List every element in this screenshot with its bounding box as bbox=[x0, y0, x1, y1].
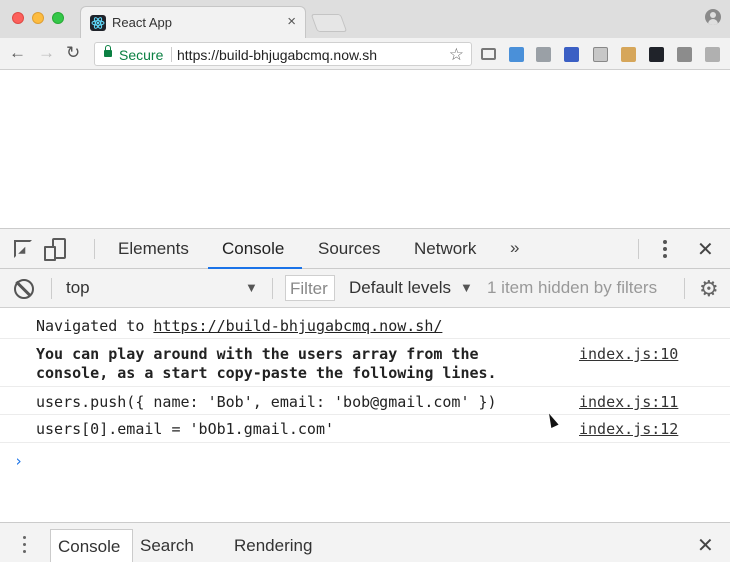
profile-icon[interactable] bbox=[705, 9, 721, 25]
context-selector[interactable]: top bbox=[66, 278, 90, 298]
zoom-window-button[interactable] bbox=[52, 12, 64, 24]
drawer-tab-console[interactable]: Console bbox=[50, 529, 133, 562]
hidden-items-count: 1 item hidden by filters bbox=[487, 278, 658, 297]
new-tab-button[interactable] bbox=[310, 14, 348, 32]
context-dropdown-arrow-icon[interactable]: ▼ bbox=[245, 280, 258, 295]
drawer-menu-icon[interactable] bbox=[23, 536, 27, 554]
toolbar-divider bbox=[94, 239, 95, 259]
reload-icon[interactable]: ↻ bbox=[66, 43, 80, 63]
extension-icon-5[interactable] bbox=[621, 47, 636, 62]
tab-sources[interactable]: Sources bbox=[318, 239, 380, 259]
more-tabs-chevron-icon[interactable]: » bbox=[510, 238, 519, 258]
filter-divider bbox=[272, 278, 273, 299]
more-options-icon[interactable] bbox=[663, 240, 667, 258]
console-output[interactable]: Navigated to https://build-bhjugabcmq.no… bbox=[0, 309, 730, 522]
toolbar-divider bbox=[638, 239, 639, 259]
tab-network[interactable]: Network bbox=[414, 239, 476, 259]
devtools-drawer: Console Search Rendering ✕ bbox=[0, 522, 730, 562]
navigated-prefix: Navigated to https://build-bhjugabcmq.no… bbox=[36, 317, 442, 335]
levels-dropdown-arrow-icon[interactable]: ▼ bbox=[460, 280, 473, 295]
filter-divider bbox=[51, 278, 52, 299]
inspect-element-icon[interactable] bbox=[14, 240, 32, 258]
source-link[interactable]: index.js:12 bbox=[579, 420, 678, 438]
devtools-tab-strip: Elements Console Sources Network » ✕ bbox=[0, 228, 730, 269]
title-bar: React App × bbox=[0, 0, 730, 38]
secure-label: Secure bbox=[119, 47, 164, 63]
page-viewport bbox=[0, 71, 730, 228]
source-link[interactable]: index.js:11 bbox=[579, 393, 678, 411]
back-arrow-icon[interactable]: ← bbox=[9, 43, 26, 63]
close-devtools-icon[interactable]: ✕ bbox=[697, 237, 714, 262]
address-divider bbox=[171, 47, 172, 62]
browser-tab[interactable]: React App × bbox=[80, 6, 306, 38]
console-prompt-icon[interactable]: › bbox=[14, 452, 23, 470]
extension-icon-2[interactable] bbox=[536, 47, 551, 62]
close-drawer-icon[interactable]: ✕ bbox=[697, 533, 714, 558]
clear-console-icon[interactable] bbox=[14, 279, 34, 299]
console-message: users.push({ name: 'Bob', email: 'bob@gm… bbox=[0, 387, 730, 415]
console-message: users[0].email = 'bOb1.gmail.com' index.… bbox=[0, 415, 730, 443]
device-toolbar-icon[interactable] bbox=[44, 238, 66, 261]
navigated-label: Navigated to bbox=[36, 317, 154, 335]
console-message-text: users[0].email = 'bOb1.gmail.com' bbox=[36, 420, 335, 438]
tab-console[interactable]: Console bbox=[222, 239, 284, 259]
cast-icon[interactable] bbox=[481, 48, 496, 60]
console-settings-gear-icon[interactable]: ⚙ bbox=[699, 276, 719, 302]
navigated-url-link[interactable]: https://build-bhjugabcmq.now.sh/ bbox=[153, 317, 442, 335]
console-message: You can play around with the users array… bbox=[0, 339, 730, 387]
console-message-text: You can play around with the users array… bbox=[36, 345, 497, 382]
console-message-text: users.push({ name: 'Bob', email: 'bob@gm… bbox=[36, 393, 497, 411]
close-window-button[interactable] bbox=[12, 12, 24, 24]
console-message-navigated: Navigated to https://build-bhjugabcmq.no… bbox=[0, 309, 730, 339]
tab-close-icon[interactable]: × bbox=[287, 13, 296, 30]
extension-icon-6[interactable] bbox=[677, 47, 692, 62]
forward-arrow-icon[interactable]: → bbox=[38, 43, 55, 63]
log-levels-dropdown[interactable]: Default levels bbox=[349, 278, 451, 298]
tab-elements[interactable]: Elements bbox=[118, 239, 189, 259]
extension-icon-7[interactable] bbox=[705, 47, 720, 62]
browser-toolbar: ← → ↻ Secure https://build-bhjugabcmq.no… bbox=[0, 38, 730, 70]
extension-icon-3[interactable] bbox=[564, 47, 579, 62]
bookmark-star-icon[interactable]: ☆ bbox=[449, 45, 464, 65]
tab-title: React App bbox=[112, 15, 172, 30]
extension-icon-1[interactable] bbox=[509, 47, 524, 62]
address-bar[interactable]: Secure https://build-bhjugabcmq.now.sh ☆ bbox=[94, 42, 472, 66]
react-favicon-icon bbox=[90, 15, 106, 31]
console-filter-bar: top ▼ Filter Default levels ▼ 1 item hid… bbox=[0, 269, 730, 308]
filter-input[interactable]: Filter bbox=[285, 275, 335, 301]
drawer-tab-rendering[interactable]: Rendering bbox=[234, 536, 312, 556]
react-devtools-icon[interactable] bbox=[649, 47, 664, 62]
extension-icon-4[interactable] bbox=[593, 47, 608, 62]
minimize-window-button[interactable] bbox=[32, 12, 44, 24]
drawer-tab-search[interactable]: Search bbox=[140, 536, 194, 556]
filter-divider bbox=[684, 278, 685, 299]
lock-icon bbox=[104, 45, 112, 57]
source-link[interactable]: index.js:10 bbox=[579, 345, 678, 363]
url-text[interactable]: https://build-bhjugabcmq.now.sh bbox=[177, 47, 377, 63]
